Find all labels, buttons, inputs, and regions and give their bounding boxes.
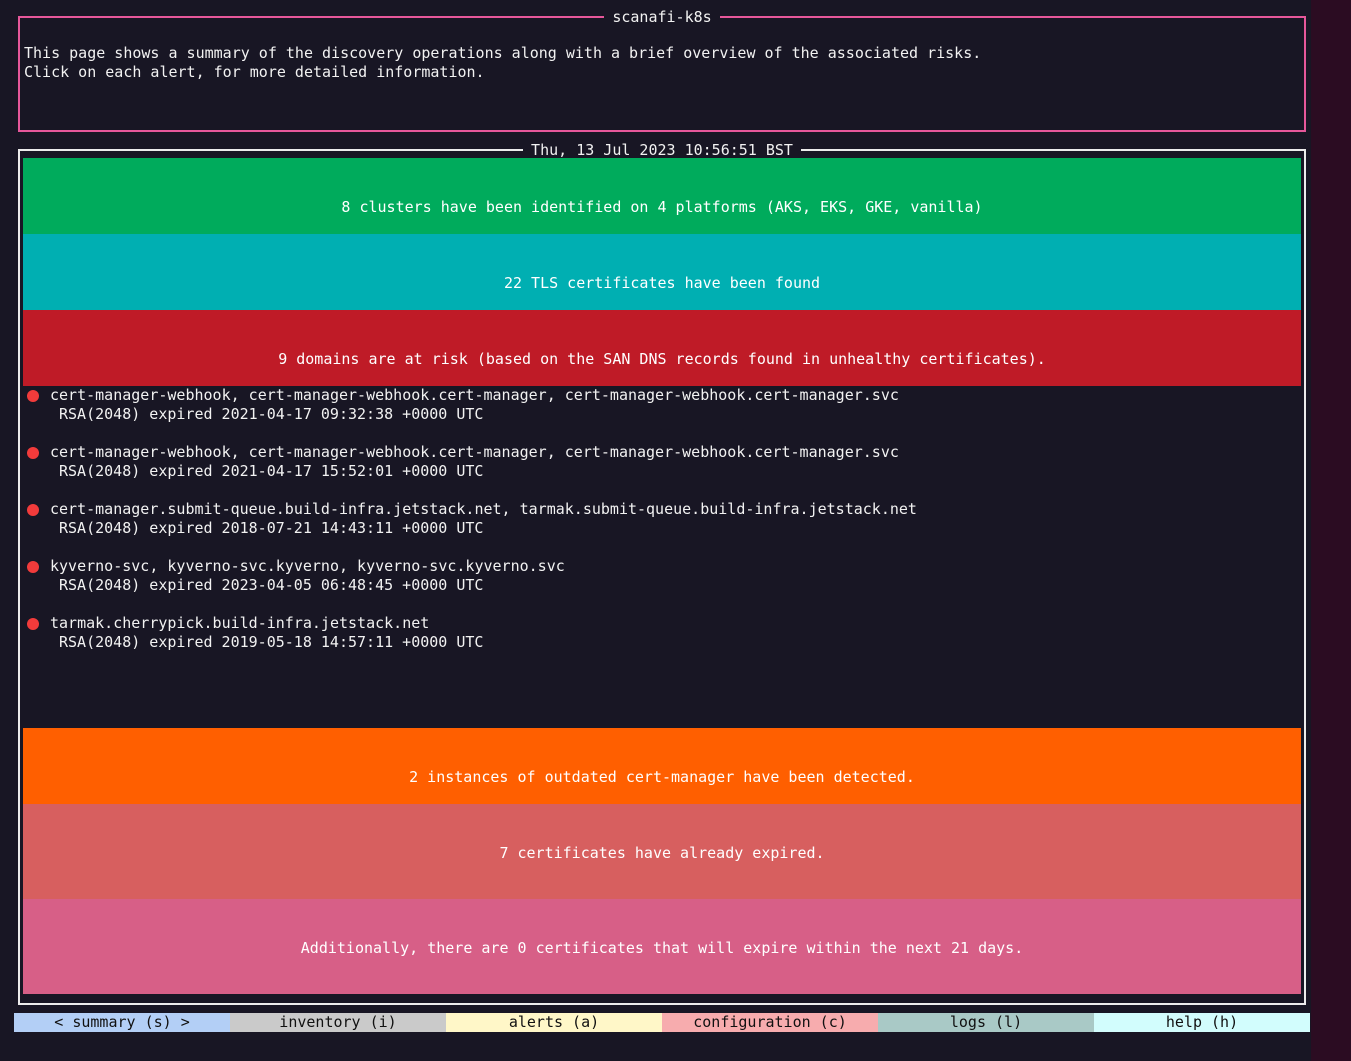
tab-alerts[interactable]: alerts (a) [446,1013,662,1032]
outdated-cert-manager-alert-text: 2 instances of outdated cert-manager hav… [409,768,915,786]
clusters-alert-text: 8 clusters have been identified on 4 pla… [341,198,983,216]
tab-help[interactable]: help (h) [1094,1013,1310,1032]
tls-certificates-alert[interactable]: 22 TLS certificates have been found [23,234,1301,310]
expiring-certificates-alert[interactable]: Additionally, there are 0 certificates t… [23,899,1301,994]
tab-inventory[interactable]: inventory (i) [230,1013,446,1032]
page-description: This page shows a summary of the discove… [24,44,981,82]
alert-certificate-detail: RSA(2048) expired 2021-04-17 09:32:38 +0… [59,405,484,423]
red-dot-icon [27,447,39,459]
clusters-alert[interactable]: 8 clusters have been identified on 4 pla… [23,158,1301,234]
alert-domains: cert-manager-webhook, cert-manager-webho… [50,443,899,461]
alert-domains: cert-manager.submit-queue.build-infra.je… [50,500,917,518]
tab-logs[interactable]: logs (l) [878,1013,1094,1032]
alert-certificate-detail: RSA(2048) expired 2018-07-21 14:43:11 +0… [59,519,484,537]
alert-domains: kyverno-svc, kyverno-svc.kyverno, kyvern… [50,557,565,575]
domains-at-risk-alert[interactable]: 9 domains are at risk (based on the SAN … [23,310,1301,386]
list-item[interactable]: cert-manager-webhook, cert-manager-webho… [23,386,1301,443]
header-panel: scanafi-k8s This page shows a summary of… [18,8,1306,132]
tab-configuration[interactable]: configuration (c) [662,1013,878,1032]
list-item[interactable]: cert-manager-webhook, cert-manager-webho… [23,443,1301,500]
red-dot-icon [27,504,39,516]
red-dot-icon [27,618,39,630]
app-title: scanafi-k8s [604,8,720,26]
terminal-window: scanafi-k8s This page shows a summary of… [0,0,1311,1061]
alert-certificate-detail: RSA(2048) expired 2023-04-05 06:48:45 +0… [59,576,484,594]
list-item[interactable]: cert-manager.submit-queue.build-infra.je… [23,500,1301,557]
red-dot-icon [27,561,39,573]
alert-domains: tarmak.cherrypick.build-infra.jetstack.n… [50,614,430,632]
expired-certificates-alert[interactable]: 7 certificates have already expired. [23,804,1301,899]
expiring-certificates-alert-text: Additionally, there are 0 certificates t… [300,939,1024,957]
outdated-cert-manager-alert[interactable]: 2 instances of outdated cert-manager hav… [23,728,1301,804]
domains-at-risk-list: cert-manager-webhook, cert-manager-webho… [23,386,1301,671]
description-line-1: This page shows a summary of the discove… [24,44,982,62]
summary-timestamp: Thu, 13 Jul 2023 10:56:51 BST [523,141,801,159]
description-line-2: Click on each alert, for more detailed i… [24,63,485,81]
alert-domains: cert-manager-webhook, cert-manager-webho… [50,386,899,404]
red-dot-icon [27,390,39,402]
list-item[interactable]: tarmak.cherrypick.build-infra.jetstack.n… [23,614,1301,671]
window-margin [1311,0,1351,1061]
expired-certificates-alert-text: 7 certificates have already expired. [499,844,825,862]
alert-certificate-detail: RSA(2048) expired 2019-05-18 14:57:11 +0… [59,633,484,651]
list-item[interactable]: kyverno-svc, kyverno-svc.kyverno, kyvern… [23,557,1301,614]
tab-bar: < summary (s) > inventory (i) alerts (a)… [14,1013,1310,1032]
tls-certificates-alert-text: 22 TLS certificates have been found [503,274,821,292]
alert-certificate-detail: RSA(2048) expired 2021-04-17 15:52:01 +0… [59,462,484,480]
domains-at-risk-alert-text: 9 domains are at risk (based on the SAN … [278,350,1046,368]
tab-summary[interactable]: < summary (s) > [14,1013,230,1032]
